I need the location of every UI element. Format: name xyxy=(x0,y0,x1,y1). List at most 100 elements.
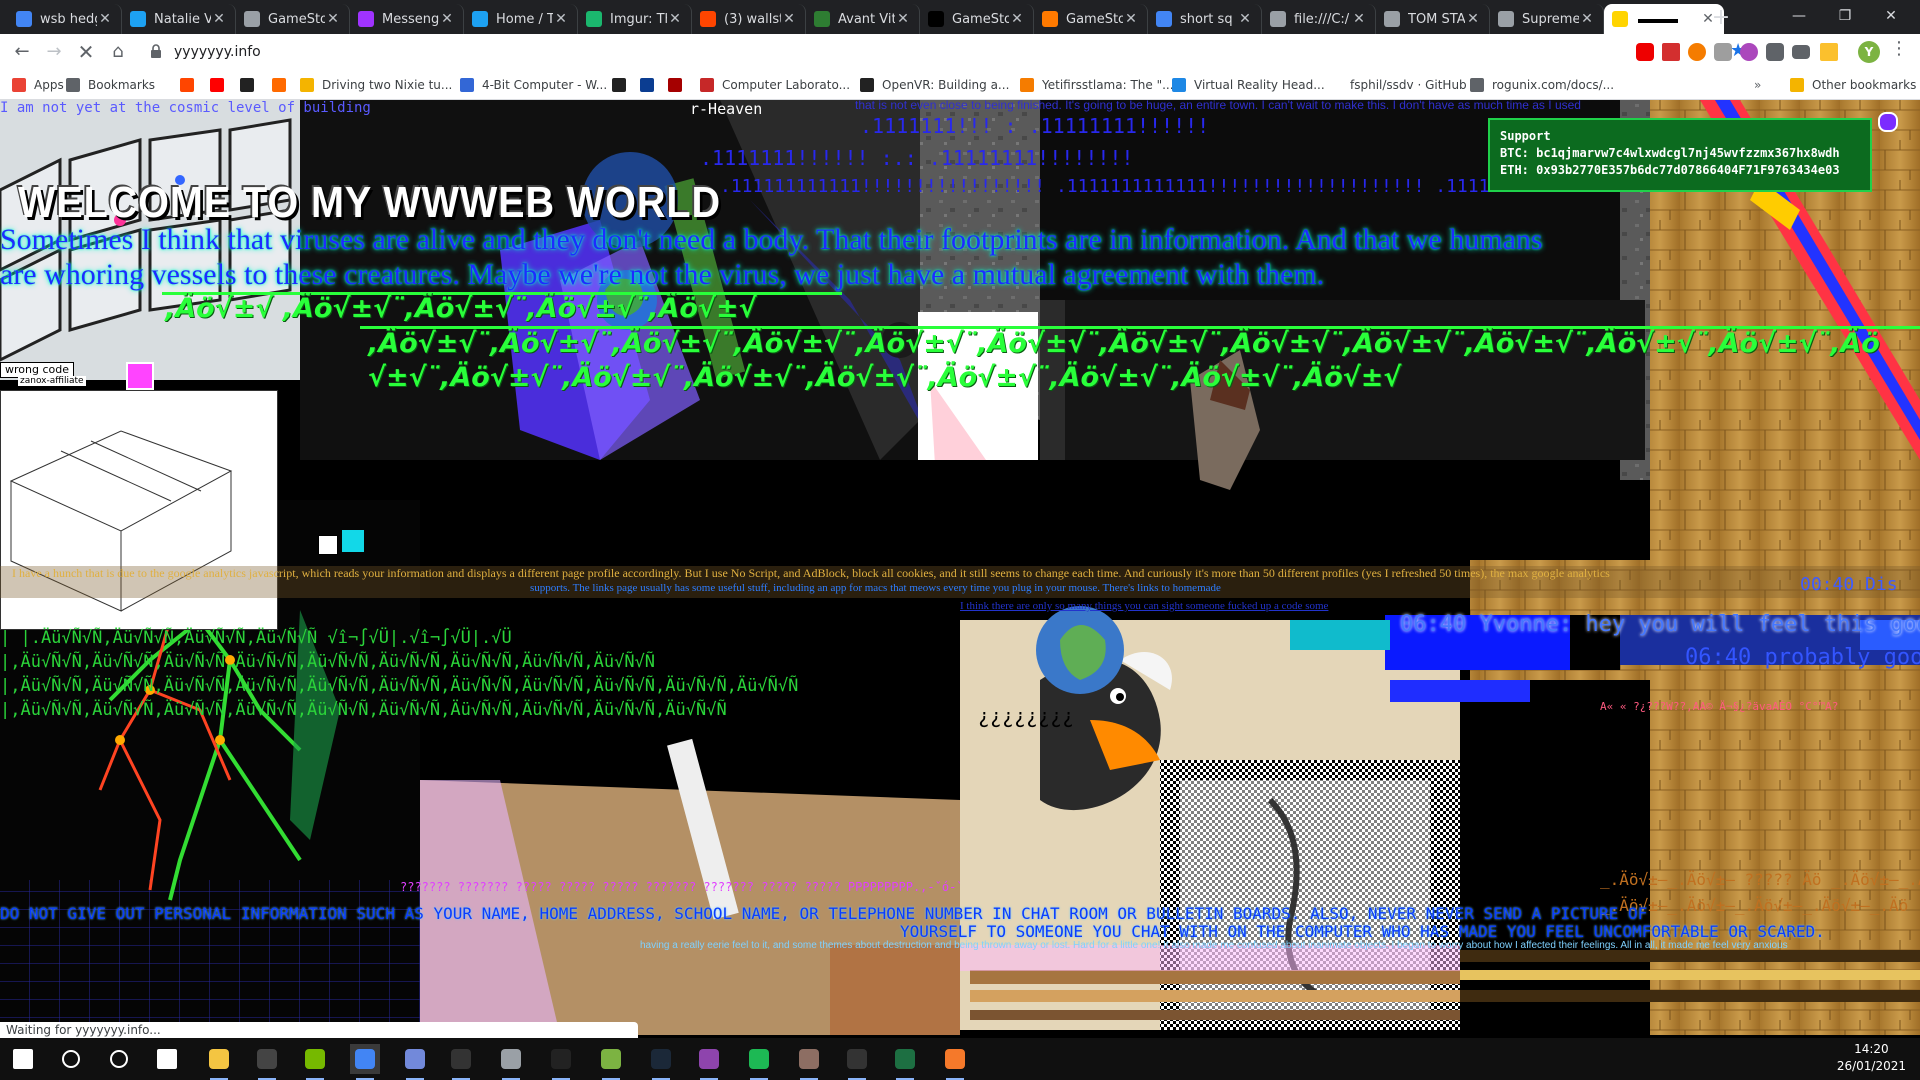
profile-avatar[interactable]: Y xyxy=(1858,41,1880,63)
bookmark-item[interactable]: 4-Bit Computer - W... xyxy=(460,76,607,94)
tab-close-icon[interactable]: ✕ xyxy=(325,11,341,27)
chrome-menu-icon[interactable]: ⋮ xyxy=(1890,38,1908,59)
bookmark-item[interactable]: Computer Laborato... xyxy=(700,76,850,94)
tab-6[interactable]: Imgur: Th ✕ xyxy=(578,4,692,34)
restore-button[interactable]: ❐ xyxy=(1822,0,1868,32)
spotify-icon[interactable] xyxy=(744,1044,774,1080)
grey-extension-icon[interactable] xyxy=(1714,43,1732,61)
bookmark-item[interactable] xyxy=(240,76,262,94)
chrome-icon[interactable] xyxy=(350,1044,380,1080)
matrix-line-4: |,Äü√Ñ√Ñ,Äü√Ñ√Ñ,Äü√Ñ√Ñ,Äü√Ñ√Ñ,Äü√Ñ√Ñ,Äü√… xyxy=(0,700,727,720)
tab-1[interactable]: wsb hedg ✕ xyxy=(8,4,122,34)
bookmark-item[interactable] xyxy=(668,76,690,94)
bookmark-item[interactable] xyxy=(210,76,232,94)
bookmark-favicon-icon xyxy=(860,78,874,92)
blender-icon[interactable] xyxy=(940,1044,970,1080)
live-icon[interactable] xyxy=(446,1044,476,1080)
adblock-extension-icon[interactable] xyxy=(1636,43,1654,61)
nvidia-icon[interactable] xyxy=(300,1044,330,1080)
epic-games-icon[interactable] xyxy=(546,1044,576,1080)
tab-10[interactable]: GameSto ✕ xyxy=(1034,4,1148,34)
tab-close-icon[interactable]: ✕ xyxy=(553,11,569,27)
tab-2[interactable]: Natalie V ✕ xyxy=(122,4,236,34)
tab-11[interactable]: short sq ✕ xyxy=(1148,4,1262,34)
tab-close-icon[interactable]: ✕ xyxy=(1351,11,1367,27)
lock-icon[interactable] xyxy=(150,44,162,58)
tab-close-icon[interactable]: ✕ xyxy=(781,11,797,27)
tab-4[interactable]: Messeng ✕ xyxy=(350,4,464,34)
matrix-line-3: |,Äü√Ñ√Ñ,Äü√Ñ√Ñ,Äü√Ñ√Ñ,Äü√Ñ√Ñ,Äü√Ñ√Ñ,Äü√… xyxy=(0,676,799,696)
bookmark-item[interactable]: Apps xyxy=(12,76,64,94)
home-button[interactable]: ⌂ xyxy=(104,38,132,66)
excel-icon[interactable] xyxy=(890,1044,920,1080)
tab-3[interactable]: GameSto ✕ xyxy=(236,4,350,34)
system-clock[interactable]: 14:20 26/01/2021 xyxy=(1837,1041,1906,1075)
task-view-icon[interactable] xyxy=(152,1044,182,1074)
close-window-button[interactable]: ✕ xyxy=(1868,0,1914,32)
stop-loading-button[interactable]: ✕ xyxy=(72,38,100,66)
bookmark-item[interactable]: Virtual Reality Head... xyxy=(1172,76,1325,94)
new-tab-button[interactable]: + xyxy=(1708,6,1734,32)
game-icon[interactable] xyxy=(794,1044,824,1080)
btc-address[interactable]: BTC: bc1qjmarvw7c4wlxwdcgl7nj45wvfzzmx36… xyxy=(1500,145,1860,162)
tab-close-icon[interactable]: ✕ xyxy=(895,11,911,27)
bookmark-item[interactable]: Bookmarks xyxy=(66,76,155,94)
minimize-button[interactable]: — xyxy=(1776,0,1822,32)
forward-button[interactable]: → xyxy=(40,38,68,66)
tab-5[interactable]: Home / T ✕ xyxy=(464,4,578,34)
discord-icon[interactable] xyxy=(400,1044,430,1080)
yellow-icon xyxy=(1612,11,1628,27)
i-think-there-link[interactable]: I think there are only so many things yo… xyxy=(960,600,1328,612)
tab-15[interactable]: ✕ xyxy=(1604,4,1724,34)
tab-close-icon[interactable]: ✕ xyxy=(1237,11,1253,27)
bookmark-item[interactable] xyxy=(612,76,634,94)
address-bar[interactable]: yyyyyyy.info ★ xyxy=(142,38,1746,66)
back-button[interactable]: ← xyxy=(8,38,36,66)
utorrent-icon[interactable] xyxy=(596,1044,626,1080)
tab-8[interactable]: Avant Vit ✕ xyxy=(806,4,920,34)
bookmark-item[interactable]: OpenVR: Building a... xyxy=(860,76,1009,94)
bookmarks-overflow-icon[interactable]: » xyxy=(1754,76,1761,94)
support-box: Support BTC: bc1qjmarvw7c4wlxwdcgl7nj45w… xyxy=(1488,118,1872,192)
eth-address[interactable]: ETH: 0x93b2770E357b6dc77d07866404F71F976… xyxy=(1500,162,1860,179)
live-icon[interactable] xyxy=(842,1044,872,1080)
steam-icon[interactable] xyxy=(646,1044,676,1080)
search-icon[interactable] xyxy=(56,1044,86,1074)
blue-chat-line-1: 06:40 Yvonne: hey you will feel this goo… xyxy=(1400,612,1920,637)
tab-close-icon[interactable]: ✕ xyxy=(1009,11,1025,27)
bookmark-item[interactable]: Yetifirsstlama: The "... xyxy=(1020,76,1174,94)
tab-close-icon[interactable]: ✕ xyxy=(211,11,227,27)
bookmark-item[interactable] xyxy=(272,76,294,94)
files-icon[interactable] xyxy=(496,1044,526,1080)
tab-close-icon[interactable]: ✕ xyxy=(97,11,113,27)
other-bookmarks[interactable]: Other bookmarks xyxy=(1790,76,1916,94)
tab-close-icon[interactable]: ✕ xyxy=(439,11,455,27)
purple-extension-icon[interactable] xyxy=(1740,43,1758,61)
garbled-green-line-3: √±√¨,Äö√±√¨,Äö√±√¨,Äö√±√¨,Äö√±√¨,Äö√±√¨,… xyxy=(368,362,1402,393)
terminal-icon[interactable] xyxy=(252,1044,282,1080)
tab-14[interactable]: Supreme ✕ xyxy=(1490,4,1604,34)
file-explorer-icon[interactable] xyxy=(204,1044,234,1080)
bookmark-item[interactable]: fsphil/ssdv · GitHub xyxy=(1350,76,1467,94)
bookmark-item[interactable] xyxy=(180,76,202,94)
tab-13[interactable]: TOM STA ✕ xyxy=(1376,4,1490,34)
tab-close-icon[interactable]: ✕ xyxy=(1123,11,1139,27)
tab-7[interactable]: (3) wallst ✕ xyxy=(692,4,806,34)
red-extension-icon[interactable] xyxy=(1662,43,1680,61)
orange-extension-icon[interactable] xyxy=(1688,43,1706,61)
tab-9[interactable]: GameSto ✕ xyxy=(920,4,1034,34)
tab-close-icon[interactable]: ✕ xyxy=(667,11,683,27)
matrix-line-1: | |.Äü√Ñ√Ñ,Äü√Ñ√Ñ,Äü√Ñ√Ñ,Äü√Ñ√Ñ √î¬∫√Ü|.… xyxy=(0,628,512,648)
bookmark-item[interactable]: Driving two Nixie tu... xyxy=(300,76,452,94)
bookmark-item[interactable] xyxy=(640,76,662,94)
podcast-icon[interactable] xyxy=(694,1044,724,1080)
windows-start-icon[interactable] xyxy=(8,1044,38,1074)
tab-close-icon[interactable]: ✕ xyxy=(1465,11,1481,27)
yellow-extension-icon[interactable] xyxy=(1820,43,1838,61)
cortana-icon[interactable] xyxy=(104,1044,134,1074)
tab-12[interactable]: file:///C:/✕ xyxy=(1262,4,1376,34)
reading-list-icon[interactable] xyxy=(1792,45,1810,59)
tab-close-icon[interactable]: ✕ xyxy=(1579,11,1595,27)
bookmark-item[interactable]: rogunix.com/docs/... xyxy=(1470,76,1614,94)
extensions-puzzle-icon[interactable] xyxy=(1766,43,1784,61)
